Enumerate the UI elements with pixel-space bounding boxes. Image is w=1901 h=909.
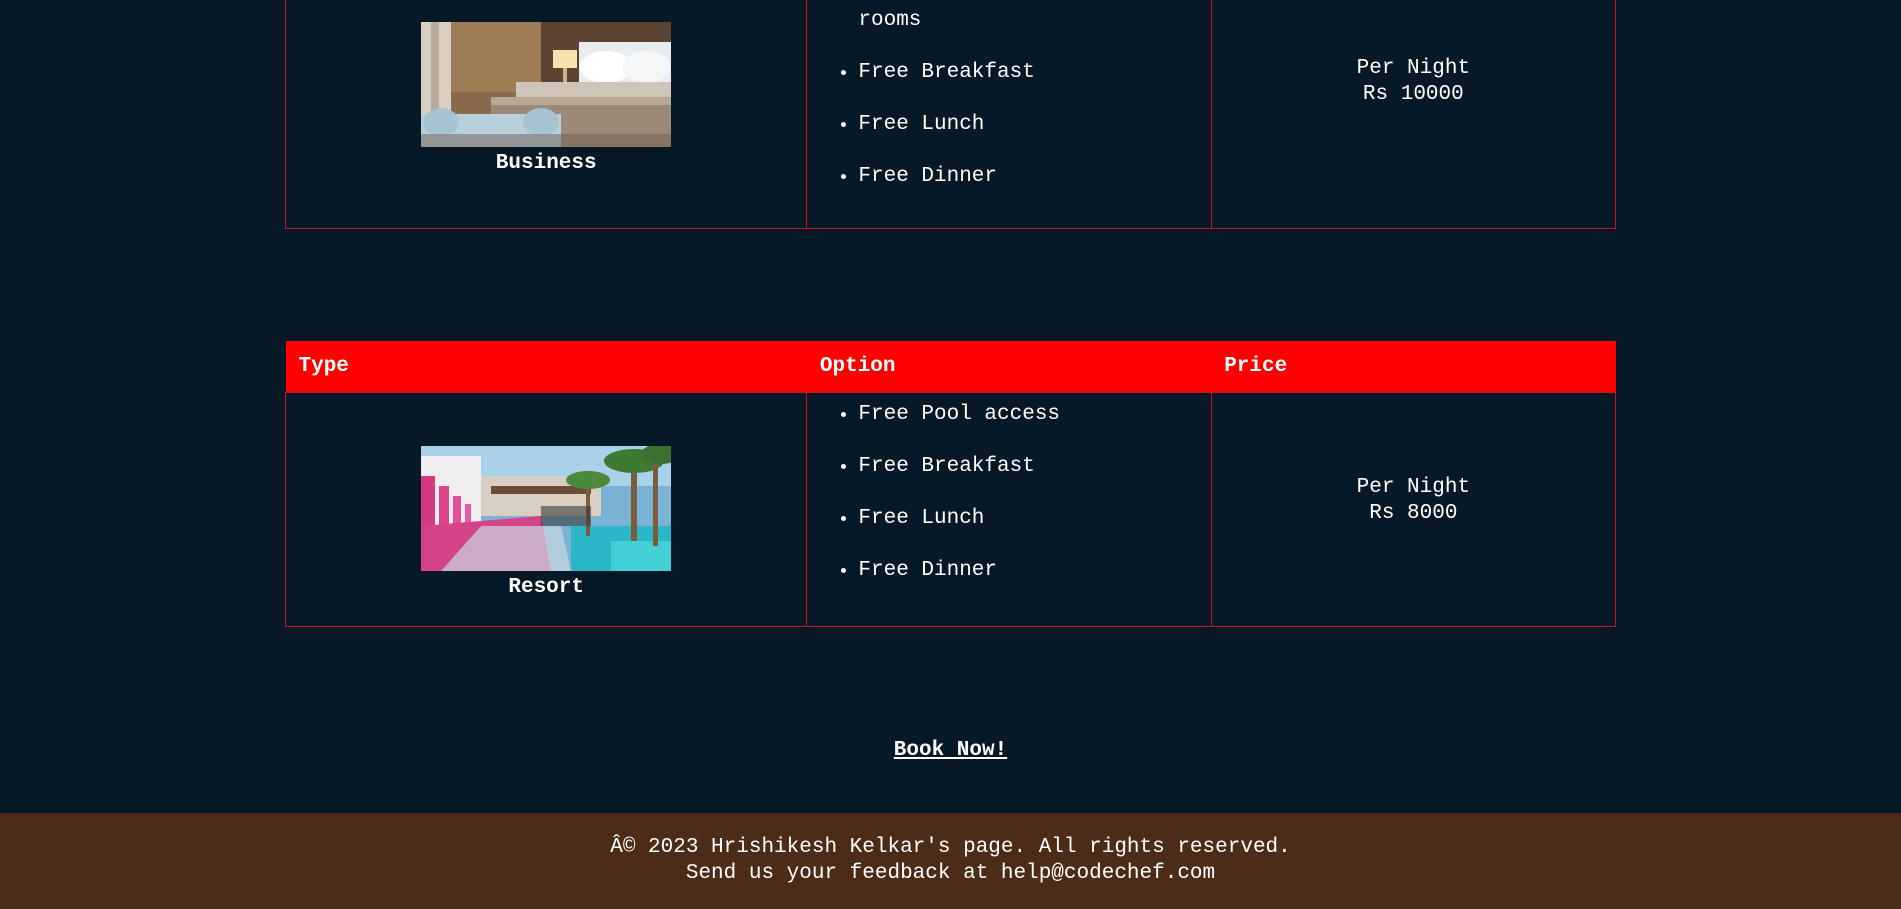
room-table-business: Business rooms Free Breakfast Free Lunch… [284,0,1617,229]
room-type-name: Business [495,152,597,175]
list-item: Free Lunch [858,112,1209,137]
options-list: Free Pool access Free Breakfast Free Lun… [808,394,1209,583]
table-header-row: Type Option Price [285,341,1616,393]
list-item: Free Dinner [858,558,1209,583]
header-type: Type [285,341,807,393]
footer-feedback: Send us your feedback at help@codechef.c… [685,862,1216,885]
list-item: Free Dinner [858,164,1209,189]
table-row: Business rooms Free Breakfast Free Lunch… [284,0,1617,229]
table-row: Resort Free Pool access Free Breakfast F… [284,392,1617,627]
book-now-container: Book Now! [0,739,1901,762]
price-value: Rs 10000 [1362,82,1464,106]
list-item: Free Lunch [858,506,1209,531]
list-item: Free Pool access [858,402,1209,427]
room-price-cell: Per Night Rs 8000 [1210,392,1617,627]
options-list: rooms Free Breakfast Free Lunch Free Din… [808,0,1209,189]
price-label: Per Night [1356,56,1471,80]
price-label: Per Night [1356,475,1471,499]
header-price: Price [1211,341,1616,393]
room-table-resort: Type Option Price Resort • Free Pool acc… [284,341,1617,627]
room-type-cell: Business [284,0,808,229]
price-value: Rs 8000 [1369,501,1458,525]
page-footer: Â© 2023 Hrishikesh Kelkar's page. All ri… [0,813,1901,909]
room-price-cell: Per Night Rs 10000 [1210,0,1617,229]
room-options-cell: rooms Free Breakfast Free Lunch Free Din… [806,0,1212,229]
room-type-cell: Resort [284,392,808,627]
room-options-cell: Free Pool access Free Breakfast Free Lun… [806,392,1212,627]
header-option: Option [806,341,1212,393]
list-item: Free Breakfast [858,454,1209,479]
resort-pool-image [421,446,672,571]
list-item: rooms [858,9,922,32]
hotel-bedroom-image [421,22,672,147]
room-type-name: Resort [508,576,584,599]
book-now-link[interactable]: Book Now! [894,739,1007,762]
list-item: Free Breakfast [858,60,1209,85]
footer-copyright: Â© 2023 Hrishikesh Kelkar's page. All ri… [610,836,1291,859]
